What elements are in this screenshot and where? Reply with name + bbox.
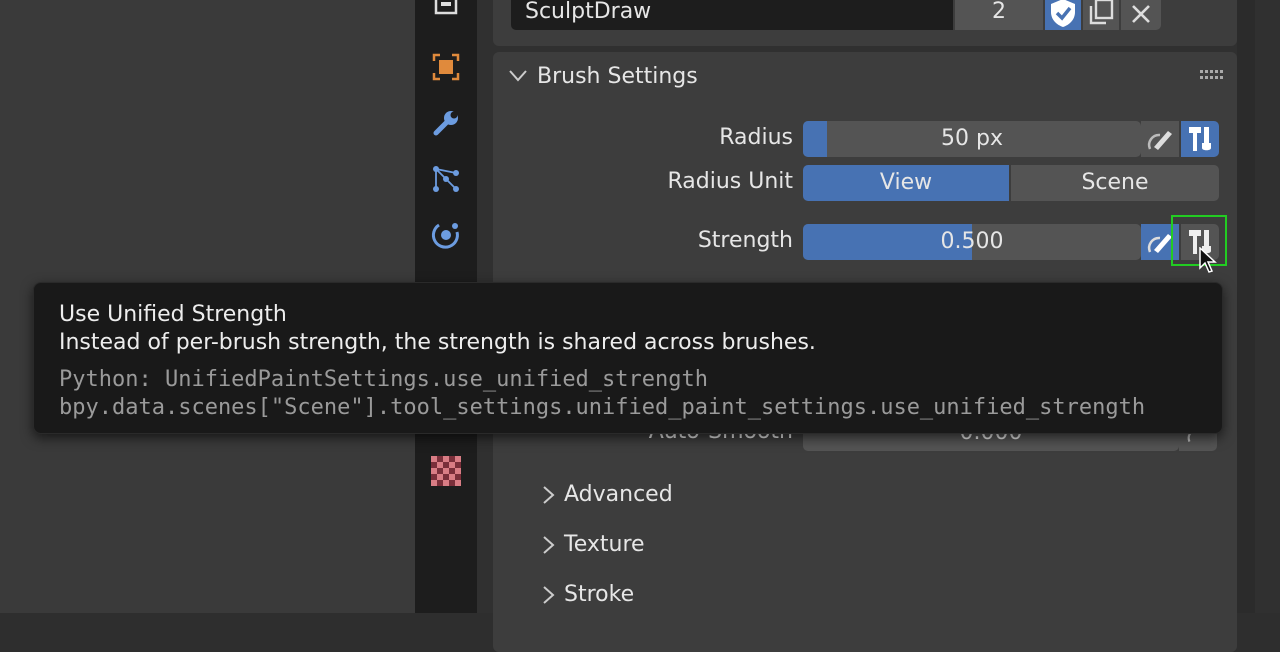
tooltip-description: Instead of per-brush strength, the stren… [59, 330, 816, 355]
particles-icon[interactable] [429, 162, 463, 196]
shield-check-icon [1051, 0, 1075, 27]
tooltip-python-path: Python: UnifiedPaintSettings.use_unified… [59, 367, 709, 392]
radius-unit-scene-button[interactable]: Scene [1011, 165, 1219, 201]
close-icon [1132, 5, 1150, 23]
physics-icon[interactable] [429, 218, 463, 252]
unified-brush-icon [1189, 127, 1211, 151]
fake-user-shield-button[interactable] [1045, 0, 1081, 30]
chevron-right-icon [543, 536, 555, 554]
texture-checker-icon[interactable] [429, 454, 463, 488]
duplicate-icon [1089, 0, 1114, 25]
strength-value: 0.500 [940, 229, 1004, 254]
radius-value: 50 px [941, 126, 1003, 151]
pen-pressure-icon [1147, 234, 1172, 253]
modifier-wrench-icon[interactable] [429, 106, 463, 140]
brush-name-field[interactable]: SculptDraw [511, 0, 953, 30]
radius-label: Radius [719, 125, 793, 150]
pen-pressure-icon [1147, 131, 1172, 150]
tooltip: Use Unified Strength Instead of per-brus… [33, 282, 1223, 434]
chevron-down-icon [509, 70, 527, 82]
panel-title: Brush Settings [537, 64, 698, 89]
radius-unified-button[interactable] [1181, 121, 1219, 157]
radius-unit-label: Radius Unit [667, 169, 793, 194]
subpanel-advanced[interactable]: Advanced [564, 482, 673, 507]
tooltip-python-data-path: bpy.data.scenes["Scene"].tool_settings.u… [59, 395, 1146, 420]
chevron-right-icon [543, 486, 555, 504]
duplicate-brush-button[interactable] [1083, 0, 1119, 30]
mouse-cursor-icon [1199, 247, 1217, 273]
tooltip-title: Use Unified Strength [59, 302, 287, 327]
brush-settings-header[interactable]: Brush Settings [493, 52, 1237, 104]
unlink-brush-button[interactable] [1121, 0, 1161, 30]
drag-grip-icon[interactable] [1200, 70, 1224, 80]
strength-label: Strength [697, 228, 793, 253]
object-icon[interactable] [429, 50, 463, 84]
tool-settings-icon[interactable] [429, 0, 463, 20]
brush-user-count[interactable]: 2 [955, 0, 1043, 30]
radius-pressure-button[interactable] [1141, 121, 1179, 157]
panel-gutter [1237, 0, 1255, 613]
radius-slider[interactable]: 50 px [803, 121, 1141, 157]
brush-datablock-row: SculptDraw 2 [493, 0, 1237, 46]
radius-unit-view-button[interactable]: View [803, 165, 1009, 201]
subpanel-stroke[interactable]: Stroke [564, 582, 634, 607]
subpanel-texture[interactable]: Texture [564, 532, 645, 557]
strength-slider[interactable]: 0.500 [803, 224, 1141, 260]
chevron-right-icon [543, 586, 555, 604]
